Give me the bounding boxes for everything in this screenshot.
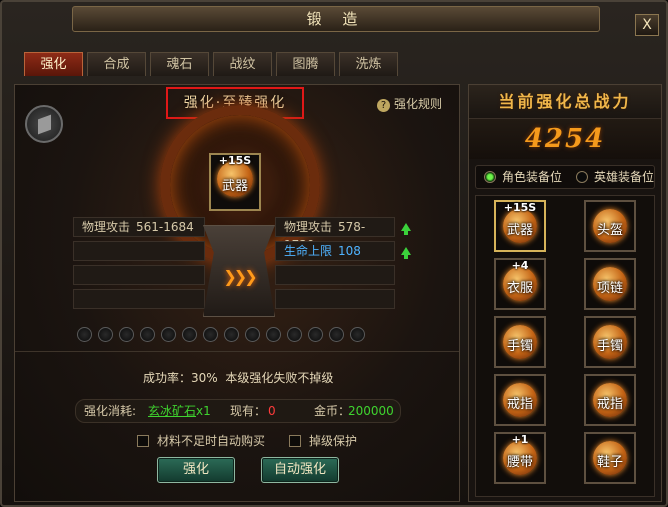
equipment-name: 手镯 [506, 339, 533, 354]
equipment-level: +1 [511, 433, 529, 446]
auto-buy-checkbox[interactable] [137, 435, 149, 447]
star-gem-icon [119, 327, 134, 342]
equipment-slot[interactable]: 戒指 [584, 374, 636, 426]
rules-link[interactable]: ? 强化规则 [377, 95, 442, 113]
star-gem-icon [266, 327, 281, 342]
current-stat-row: 物理攻击 561-1684 [73, 217, 205, 237]
enhance-button[interactable]: 强化 [157, 457, 235, 483]
anvil-badge-icon [25, 105, 63, 143]
star-gem-icon [161, 327, 176, 342]
close-icon: X [642, 17, 652, 33]
material-link[interactable]: 玄冰矿石 [148, 400, 196, 422]
equipment-grid: +15S 武器 头盔 +4 衣服 项链手镯 手镯戒指 戒指 +1 腰带 鞋子 [475, 195, 655, 497]
divider [15, 351, 459, 352]
next-stat-row-empty [275, 289, 395, 309]
window-title: 锻 造 [72, 6, 600, 32]
star-gem-icon [287, 327, 302, 342]
star-gem-icon [140, 327, 155, 342]
close-button[interactable]: X [635, 14, 659, 36]
tab-battle-pattern[interactable]: 战纹 [213, 52, 272, 76]
success-note: 本级强化失败不掉级 [225, 371, 334, 385]
auto-buy-label: 材料不足时自动购买 [157, 434, 266, 448]
current-stat-row-empty [73, 289, 205, 309]
role-slot-radio[interactable] [484, 171, 496, 183]
tab-enhance[interactable]: 强化 [24, 52, 83, 76]
increase-arrow-icon [401, 247, 411, 259]
star-gem-icon [98, 327, 113, 342]
gold-label: 金币： [314, 404, 351, 418]
equipment-name: 戒指 [506, 397, 533, 412]
equipment-slot[interactable]: 手镯 [584, 316, 636, 368]
equipment-slot[interactable]: 头盔 [584, 200, 636, 252]
next-stat-row: 生命上限 108 [275, 241, 395, 261]
equipment-name: 项链 [596, 281, 623, 296]
equipment-name: 衣服 [506, 281, 533, 296]
power-panel: 当前强化总战力 4254 角色装备位 英雄装备位 +15S 武器 头盔 +4 衣服 项链手… [468, 84, 662, 502]
success-rate-line: 成功率：30% 本级强化失败不掉级 [143, 369, 333, 386]
star-gem-icon [77, 327, 92, 342]
equipment-name: 腰带 [506, 455, 533, 470]
equipment-level: +15S [503, 201, 537, 214]
star-gem-icon [329, 327, 344, 342]
downgrade-protect-checkbox[interactable] [289, 435, 301, 447]
power-value: 4254 [469, 119, 661, 159]
star-gem-icon [203, 327, 218, 342]
item-name: 武器 [221, 179, 248, 194]
equipment-slot[interactable]: +1 腰带 [494, 432, 546, 484]
hero-slot-label: 英雄装备位 [594, 170, 655, 184]
stat-label: 生命上限 [284, 244, 333, 258]
stat-value: 108 [338, 244, 361, 258]
equipment-slot[interactable]: 鞋子 [584, 432, 636, 484]
star-gem-icon [245, 327, 260, 342]
star-gem-icon [350, 327, 365, 342]
downgrade-protect-label: 掉级保护 [309, 434, 358, 448]
tab-refine[interactable]: 洗炼 [339, 52, 398, 76]
owned-value: 0 [268, 404, 276, 418]
selected-item-slot[interactable]: +15S 武器 [209, 153, 261, 211]
slot-type-selector: 角色装备位 英雄装备位 [475, 165, 655, 189]
forward-chevrons-icon: ❯❯❯ [223, 267, 257, 286]
power-title: 当前强化总战力 [469, 85, 661, 119]
role-slot-label: 角色装备位 [502, 170, 563, 184]
next-stat-row: 物理攻击578-1730 [275, 217, 395, 252]
owned-label: 现有： [230, 404, 267, 418]
stat-label: 物理攻击 [284, 220, 333, 234]
tab-synthesis[interactable]: 合成 [87, 52, 146, 76]
equipment-level: +4 [511, 259, 529, 272]
equipment-name: 鞋子 [596, 455, 623, 470]
hero-slot-radio[interactable] [576, 171, 588, 183]
tab-soulstone[interactable]: 魂石 [150, 52, 209, 76]
rules-label: 强化规则 [394, 97, 443, 111]
current-stat-row-empty [73, 265, 205, 285]
tab-totem[interactable]: 图腾 [276, 52, 335, 76]
current-stat-row-empty [73, 241, 205, 261]
gold-value: 200000 [348, 404, 394, 418]
star-gem-icon [224, 327, 239, 342]
equipment-name: 手镯 [596, 339, 623, 354]
cost-label: 强化消耗: [84, 404, 137, 418]
equipment-slot[interactable]: 项链 [584, 258, 636, 310]
cost-bar: 强化消耗: 玄冰矿石 x1 现有： 0 金币： 200000 [75, 399, 401, 423]
star-gem-icon [308, 327, 323, 342]
equipment-slot[interactable]: +4 衣服 [494, 258, 546, 310]
equipment-slot[interactable]: 戒指 [494, 374, 546, 426]
stat-value: 561-1684 [136, 220, 194, 234]
help-icon: ? [377, 99, 390, 112]
equipment-name: 戒指 [596, 397, 623, 412]
success-rate: 30% [191, 371, 218, 385]
forge-panel: 强化·至臻强化 ? 强化规则 +15S 武器 物理攻击 561-1684 物理攻击 5… [14, 84, 460, 502]
increase-arrow-icon [401, 223, 411, 235]
star-gem-icon [182, 327, 197, 342]
next-stat-row-empty [275, 265, 395, 285]
equipment-slot[interactable]: 手镯 [494, 316, 546, 368]
equipment-name: 武器 [506, 223, 533, 238]
success-label: 成功率： [143, 371, 192, 385]
equipment-name: 头盔 [596, 223, 623, 238]
auto-enhance-button[interactable]: 自动强化 [261, 457, 339, 483]
forge-window: 锻 造 X 强化 合成 魂石 战纹 图腾 洗炼 强化·至臻强化 ? 强化规则 +1… [0, 0, 668, 507]
item-level: +15S [218, 154, 252, 167]
material-qty: x1 [196, 404, 211, 418]
equipment-slot[interactable]: +15S 武器 [494, 200, 546, 252]
stat-label: 物理攻击 [82, 220, 131, 234]
